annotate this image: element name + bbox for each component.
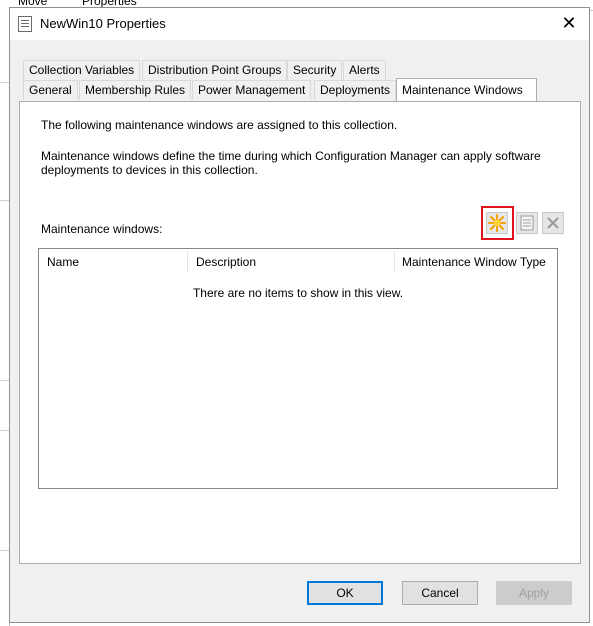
column-header-description[interactable]: Description (188, 249, 393, 275)
apply-button[interactable]: Apply (496, 581, 572, 605)
column-header-name[interactable]: Name (39, 249, 187, 275)
description-line-1: Maintenance windows define the time duri… (41, 149, 541, 163)
column-header-maintenance-window-type[interactable]: Maintenance Window Type (395, 249, 557, 275)
tab-collection-variables[interactable]: Collection Variables (23, 60, 141, 80)
cancel-button[interactable]: Cancel (402, 581, 478, 605)
delete-button[interactable] (542, 212, 564, 234)
tab-distribution-point-groups[interactable]: Distribution Point Groups (142, 60, 288, 80)
properties-button[interactable] (516, 212, 538, 234)
title-bar: NewWin10 Properties ✕ (10, 8, 589, 40)
tab-alerts[interactable]: Alerts (343, 60, 386, 80)
close-icon: ✕ (561, 13, 577, 33)
properties-icon (520, 215, 534, 231)
tab-general[interactable]: General (23, 80, 78, 100)
new-button-highlight (481, 206, 514, 240)
tab-deployments[interactable]: Deployments (314, 80, 397, 100)
tab-security[interactable]: Security (287, 60, 343, 80)
empty-list-message: There are no items to show in this view. (192, 286, 404, 300)
tab-power-management[interactable]: Power Management (192, 80, 312, 100)
properties-dialog: NewWin10 Properties ✕ Collection Variabl… (9, 7, 590, 623)
dialog-title: NewWin10 Properties (40, 16, 166, 31)
description-line-2: deployments to devices in this collectio… (41, 163, 258, 177)
close-button[interactable]: ✕ (549, 8, 589, 40)
ok-button[interactable]: OK (307, 581, 383, 605)
properties-sheet-icon (18, 16, 32, 32)
tab-maintenance-windows[interactable]: Maintenance Windows (396, 78, 537, 101)
tab-membership-rules[interactable]: Membership Rules (79, 80, 192, 100)
maintenance-windows-label: Maintenance windows: (41, 222, 163, 236)
maintenance-windows-list[interactable]: Name Description Maintenance Window Type… (38, 248, 558, 489)
intro-text: The following maintenance windows are as… (41, 118, 398, 132)
delete-x-icon (547, 217, 559, 229)
